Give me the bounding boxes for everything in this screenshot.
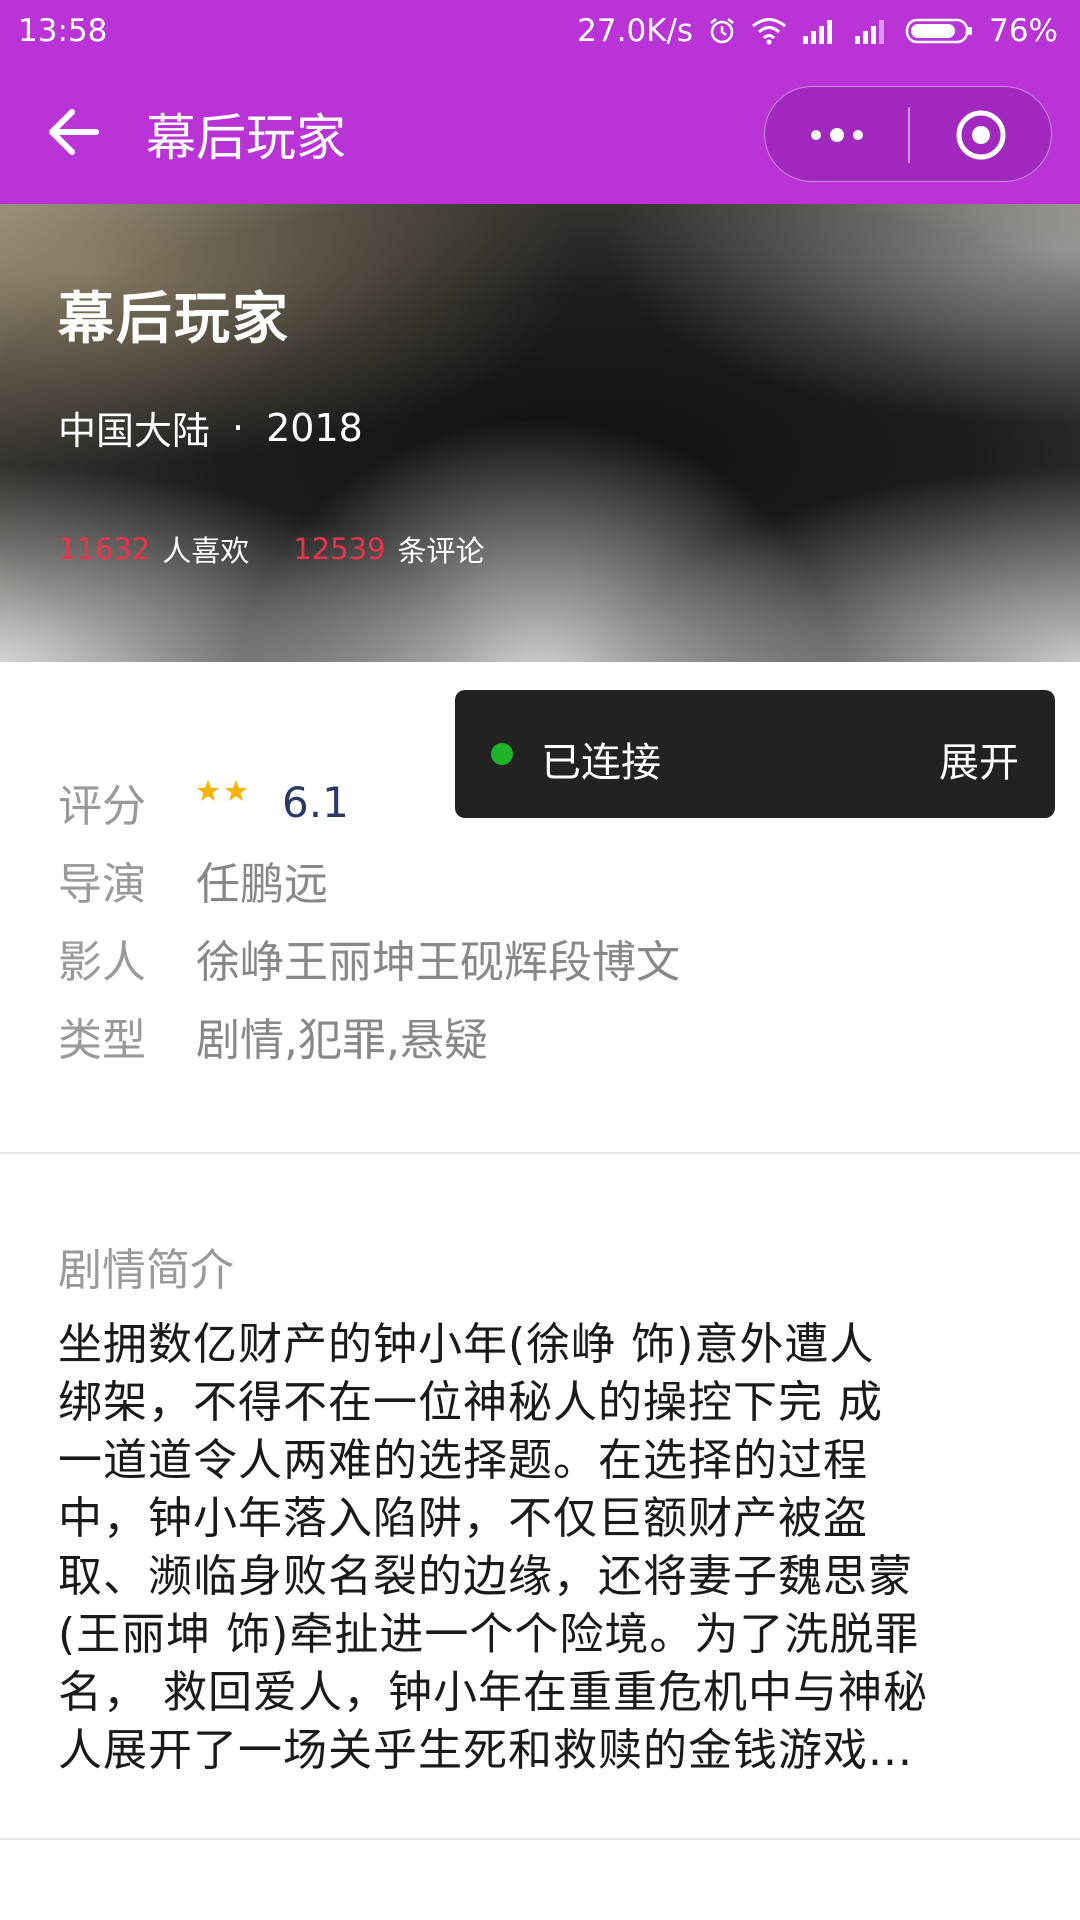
signal-icon: [801, 18, 839, 44]
back-button[interactable]: [44, 102, 104, 162]
synopsis-line: 取、濒临身败名裂的边缘，还将妻子魏思蒙: [58, 1551, 913, 1602]
director-value: 任鹏远: [196, 859, 328, 910]
synopsis-line: 坐拥数亿财产的钟小年(徐峥 饰)意外遭人: [58, 1319, 875, 1370]
rating-stars: [196, 779, 248, 803]
synopsis-line: 人展开了一场关乎生死和救赎的金钱游戏...: [58, 1725, 913, 1776]
synopsis-line: 名， 救回爱人，钟小年在重重危机中与神秘: [58, 1667, 928, 1718]
meta-separator: ·: [232, 405, 245, 450]
rating-label: 评分: [58, 781, 146, 832]
battery-icon: [905, 17, 975, 45]
cast-value: 徐峥王丽坤王砚辉段博文: [196, 937, 680, 988]
connection-toast: 已连接 展开: [455, 690, 1055, 818]
battery-level: 76%: [989, 13, 1058, 49]
synopsis-line: 一道道令人两难的选择题。在选择的过程: [58, 1435, 868, 1486]
alarm-icon: [707, 16, 737, 46]
synopsis-line: 绑架，不得不在一位神秘人的操控下完 成: [58, 1377, 883, 1428]
title-bar: 幕后玩家: [0, 62, 1080, 204]
synopsis-title: 剧情简介: [58, 1245, 234, 1296]
divider: [0, 1838, 1080, 1840]
expand-button[interactable]: 展开: [939, 730, 1019, 788]
genre-row: 类型 剧情,犯罪,悬疑: [58, 1004, 488, 1068]
likes-label: 人喜欢: [162, 534, 250, 568]
signal-icon: [853, 18, 891, 44]
rating-value: 6.1: [282, 777, 349, 827]
cast-label: 影人: [58, 937, 146, 988]
comments-count: 12539: [293, 532, 386, 566]
synopsis-text: 坐拥数亿财产的钟小年(徐峥 饰)意外遭人 绑架，不得不在一位神秘人的操控下完 成…: [58, 1316, 1018, 1780]
synopsis-line: 中，钟小年落入陷阱，不仅巨额财产被盗: [58, 1493, 868, 1544]
genre-label: 类型: [58, 1015, 146, 1066]
hero-banner: 幕后玩家 中国大陆 · 2018 11632 人喜欢 12539 条评论: [0, 204, 1080, 662]
director-row: 导演 任鹏远: [58, 848, 328, 912]
status-time: 13:58: [18, 13, 108, 49]
star-icon: [225, 780, 247, 801]
movie-stats: 11632 人喜欢 12539 条评论: [58, 528, 485, 570]
divider: [0, 1152, 1080, 1154]
status-bar: 13:58 27.0K/s 76%: [0, 0, 1080, 62]
star-icon: [197, 780, 219, 801]
more-dots-icon: [811, 130, 821, 140]
synopsis-line: (王丽坤 饰)牵扯进一个个险境。为了洗脱罪: [58, 1609, 920, 1660]
close-button[interactable]: [909, 87, 1053, 183]
menu-capsule: [764, 86, 1052, 182]
net-speed: 27.0K/s: [577, 13, 694, 49]
movie-year: 2018: [266, 405, 363, 450]
genre-value: 剧情,犯罪,悬疑: [196, 1015, 488, 1066]
more-button[interactable]: [765, 87, 909, 183]
wifi-icon: [751, 17, 787, 45]
movie-region: 中国大陆: [58, 409, 211, 453]
page-title: 幕后玩家: [146, 109, 346, 167]
status-indicators: 27.0K/s 76%: [577, 13, 1058, 49]
movie-title: 幕后玩家: [58, 287, 290, 352]
movie-meta: 中国大陆 · 2018: [58, 400, 363, 455]
connection-status: 已连接: [541, 740, 661, 786]
cast-row: 影人 徐峥王丽坤王砚辉段博文: [58, 926, 680, 990]
comments-label: 条评论: [397, 534, 485, 568]
director-label: 导演: [58, 859, 146, 910]
target-close-icon: [956, 110, 1006, 160]
arrow-left-icon: [49, 109, 99, 155]
connected-status-icon: [491, 743, 513, 765]
likes-count: 11632: [58, 532, 151, 566]
rating-row: 评分 6.1: [58, 770, 349, 834]
